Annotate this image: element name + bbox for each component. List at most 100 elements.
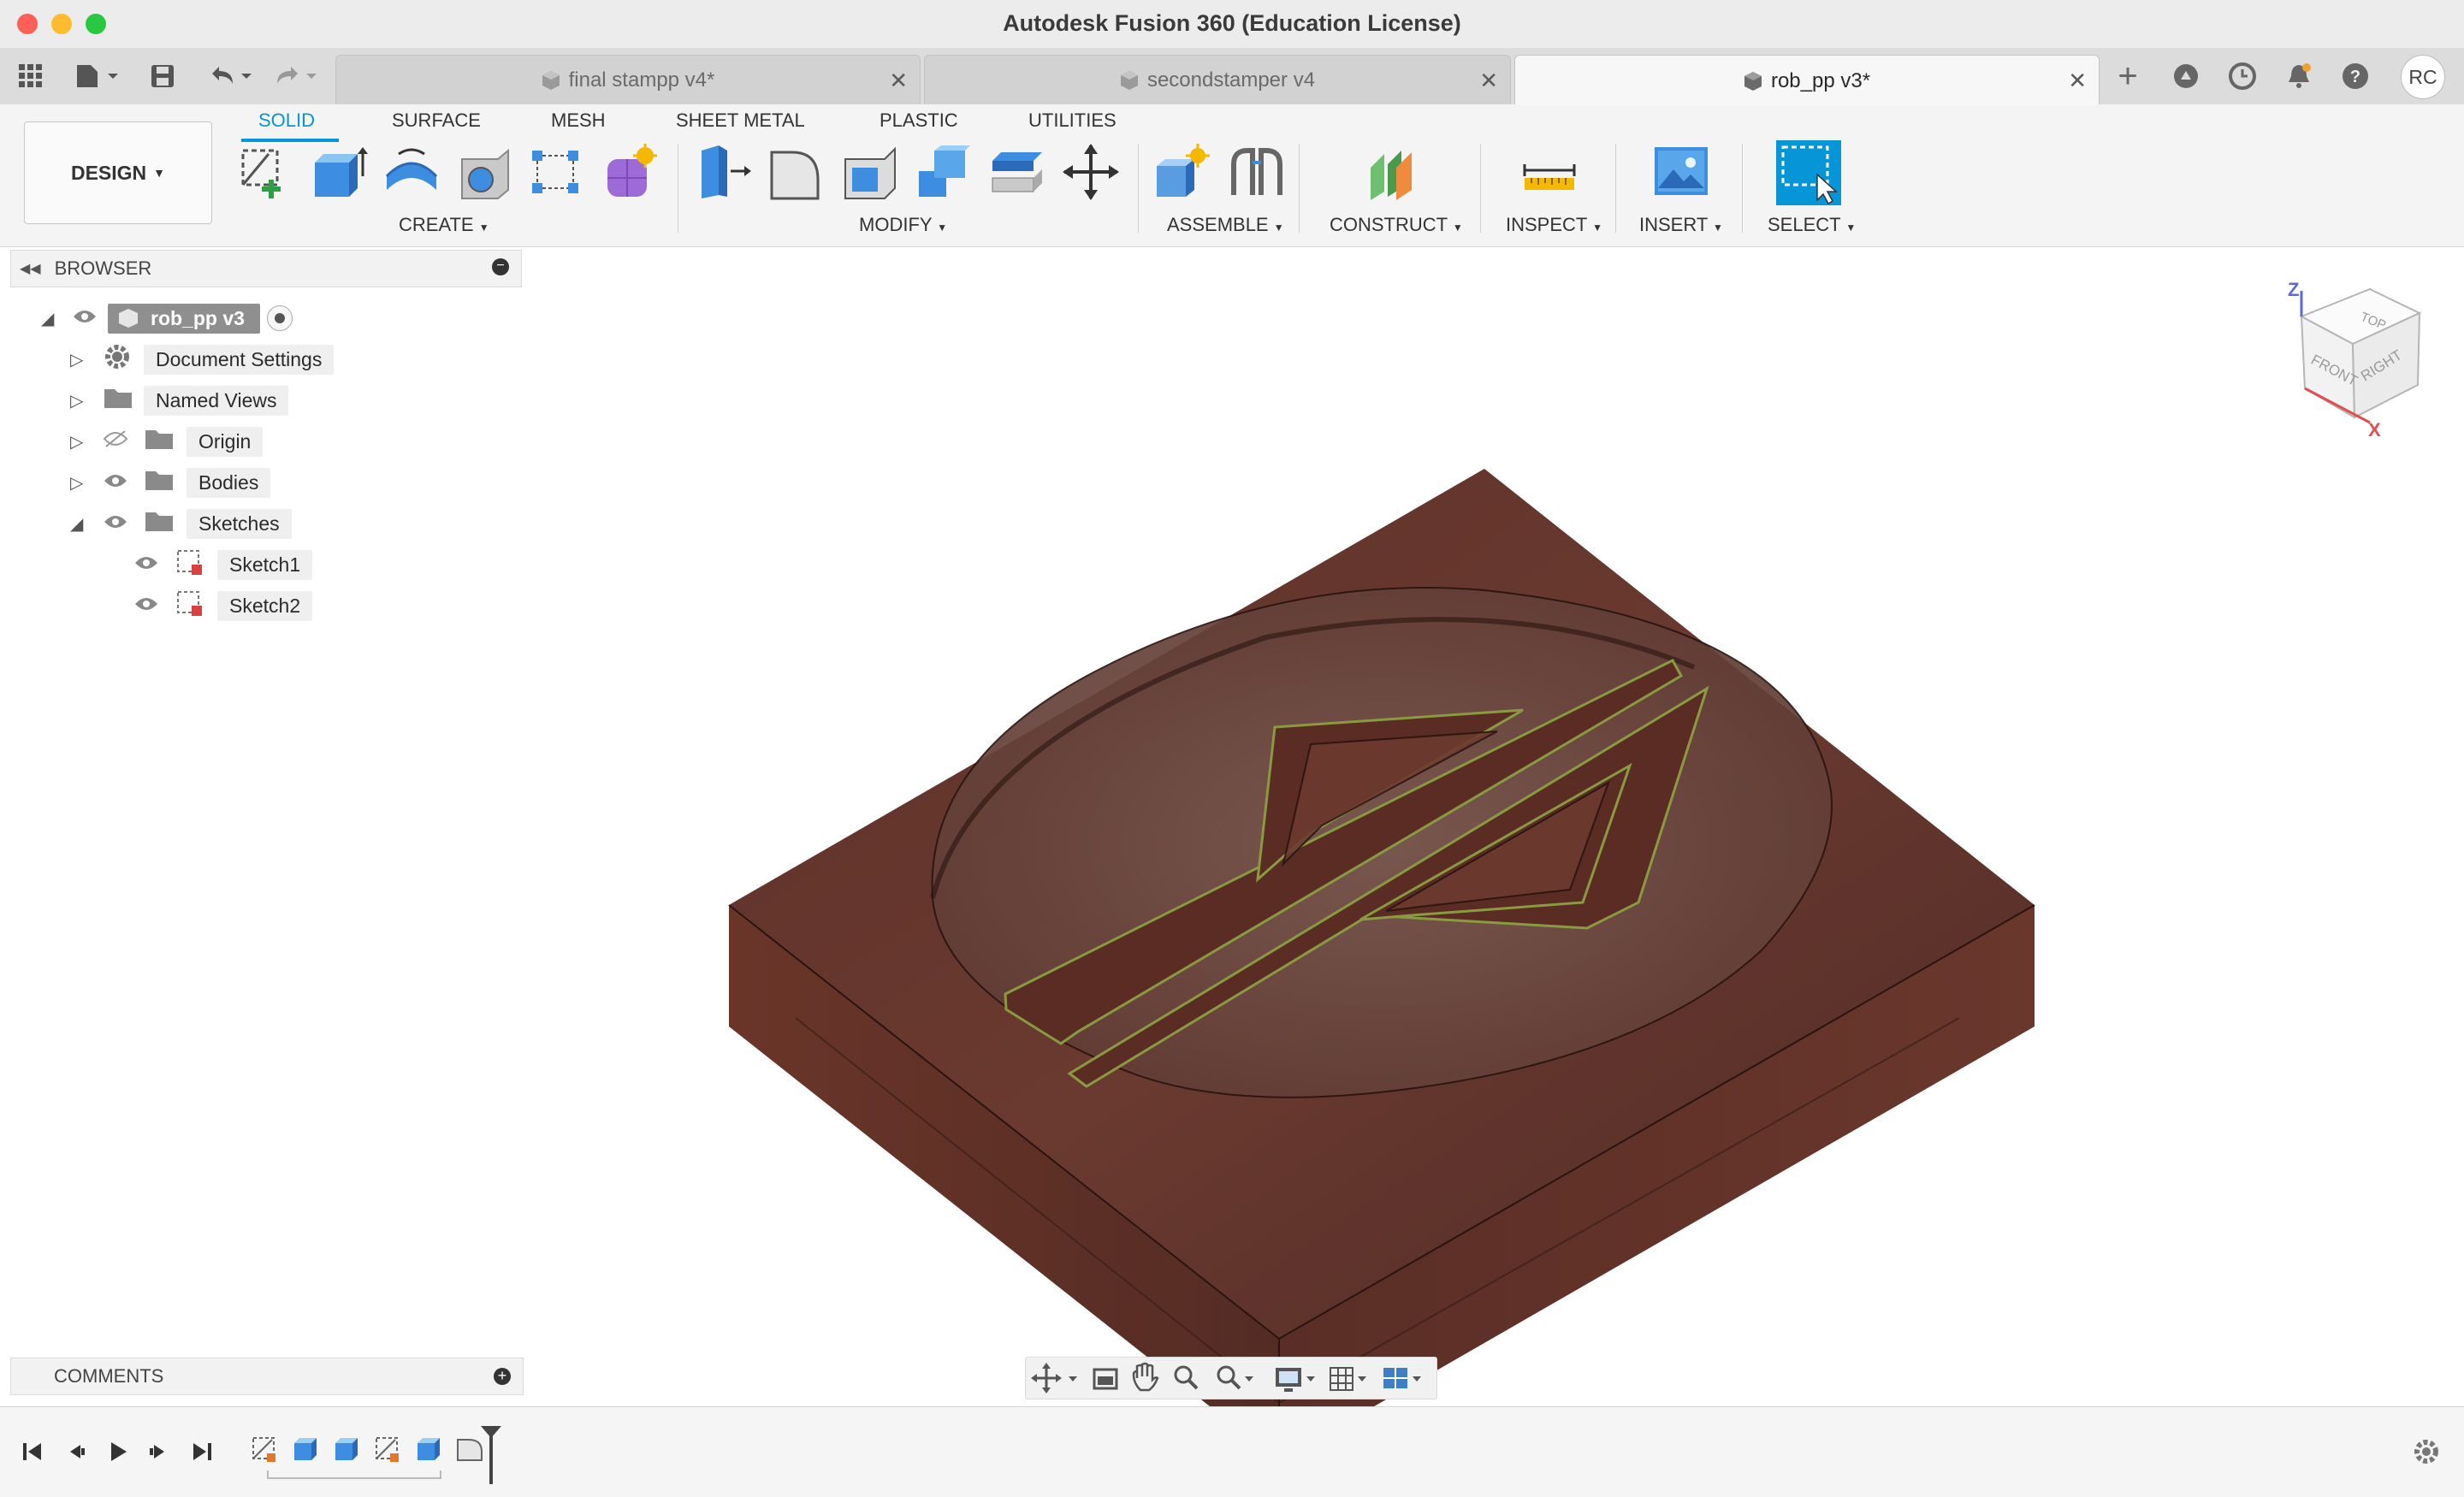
tab-sheet-metal[interactable]: SHEET METAL <box>676 109 805 132</box>
collapsed-triangle-icon[interactable]: ▷ <box>70 349 83 370</box>
inspect-menu[interactable]: INSPECT ▼ <box>1506 214 1602 236</box>
timeline-sketch-icon[interactable] <box>250 1435 279 1464</box>
tab-final-stampp[interactable]: final stampp v4* ✕ <box>335 55 921 105</box>
tab-mesh[interactable]: MESH <box>551 109 606 132</box>
timeline-marker-handle[interactable] <box>481 1426 501 1438</box>
pan-icon[interactable] <box>1132 1362 1159 1392</box>
eye-icon[interactable] <box>103 512 144 535</box>
tree-named-views[interactable]: Named Views <box>103 383 289 417</box>
collapse-browser-icon[interactable]: − <box>492 258 509 275</box>
collapsed-triangle-icon[interactable]: ▷ <box>70 472 83 494</box>
assemble-menu[interactable]: ASSEMBLE ▼ <box>1167 214 1284 236</box>
orbit-icon[interactable] <box>1031 1363 1077 1393</box>
move-icon[interactable] <box>1061 142 1121 202</box>
undo-icon[interactable] <box>205 60 257 92</box>
eye-icon[interactable] <box>72 307 108 330</box>
timeline-extrude-icon[interactable] <box>291 1435 320 1464</box>
select-menu[interactable]: SELECT ▼ <box>1768 214 1856 236</box>
tree-origin[interactable]: Origin <box>103 424 264 459</box>
viewports-icon[interactable] <box>1383 1368 1421 1388</box>
rectangular-pattern-icon[interactable] <box>527 142 587 202</box>
tab-utilities[interactable]: UTILITIES <box>1028 109 1116 132</box>
offset-plane-icon[interactable] <box>1362 142 1422 202</box>
collapsed-triangle-icon[interactable]: ▷ <box>70 431 83 453</box>
job-status-icon[interactable] <box>2223 56 2262 96</box>
fit-zoom-icon[interactable] <box>1217 1365 1253 1390</box>
tree-document-settings[interactable]: Document Settings <box>103 342 335 376</box>
tab-secondstamper[interactable]: secondstamper v4 ✕ <box>924 55 1511 105</box>
view-cube[interactable]: TOP FRONT RIGHT Z X <box>2288 279 2422 441</box>
select-icon[interactable] <box>1776 140 1841 205</box>
tab-surface[interactable]: SURFACE <box>392 109 481 132</box>
model-canvas[interactable]: TOP FRONT RIGHT Z X <box>0 247 2464 1461</box>
comments-panel[interactable]: COMMENTS + <box>10 1358 524 1395</box>
collapse-panel-icon[interactable]: ◀◀ <box>20 260 41 277</box>
zoom-icon[interactable] <box>1174 1365 1199 1390</box>
timeline-fillet-icon[interactable] <box>455 1435 484 1464</box>
file-menu-icon[interactable] <box>72 60 123 92</box>
joint-icon[interactable] <box>1227 142 1287 202</box>
revolve-icon[interactable] <box>382 142 441 202</box>
eye-hidden-icon[interactable] <box>103 429 144 453</box>
look-at-icon[interactable] <box>1093 1368 1118 1390</box>
insert-canvas-icon[interactable] <box>1651 142 1711 202</box>
go-to-end-icon[interactable] <box>185 1435 219 1469</box>
tree-bodies[interactable]: Bodies <box>103 465 271 500</box>
account-avatar[interactable]: RC <box>2401 55 2445 99</box>
eye-icon[interactable] <box>133 553 175 577</box>
tree-sketch1[interactable]: Sketch1 <box>133 547 313 582</box>
insert-menu[interactable]: INSERT ▼ <box>1639 214 1723 236</box>
add-comment-icon[interactable]: + <box>494 1368 511 1385</box>
collapsed-triangle-icon[interactable]: ▷ <box>70 390 83 411</box>
root-name: rob_pp v3 <box>151 306 245 329</box>
tab-solid[interactable]: SOLID <box>258 109 315 132</box>
measure-icon[interactable] <box>1519 142 1579 202</box>
redo-icon[interactable] <box>270 60 322 92</box>
construct-menu[interactable]: CONSTRUCT ▼ <box>1330 214 1463 236</box>
help-icon[interactable]: ? <box>2336 56 2375 96</box>
canvas-viewport[interactable]: TOP FRONT RIGHT Z X <box>0 247 2464 1461</box>
shell-icon[interactable] <box>840 142 900 202</box>
close-tab-icon[interactable]: ✕ <box>1479 68 1498 94</box>
step-forward-icon[interactable] <box>142 1435 176 1469</box>
close-tab-icon[interactable]: ✕ <box>889 68 908 94</box>
tree-root[interactable]: rob_pp v3 <box>72 301 293 335</box>
replace-face-icon[interactable] <box>987 142 1047 202</box>
extensions-icon[interactable] <box>2166 56 2206 96</box>
save-icon[interactable] <box>147 60 178 92</box>
go-to-start-icon[interactable] <box>15 1435 50 1469</box>
notifications-icon[interactable] <box>2279 56 2319 96</box>
eye-icon[interactable] <box>133 595 175 618</box>
create-menu[interactable]: CREATE ▼ <box>399 214 489 236</box>
tree-sketch2[interactable]: Sketch2 <box>133 589 313 623</box>
workspace-switcher[interactable]: DESIGN ▼ <box>24 121 212 224</box>
new-component-icon[interactable] <box>1152 142 1211 202</box>
expanded-triangle-icon[interactable]: ◢ <box>70 513 83 535</box>
activate-radio-icon[interactable] <box>266 305 293 331</box>
modify-menu[interactable]: MODIFY ▼ <box>859 214 947 236</box>
expanded-triangle-icon[interactable]: ◢ <box>41 308 54 329</box>
hole-icon[interactable] <box>455 142 515 202</box>
tab-rob-pp[interactable]: rob_pp v3* ✕ <box>1514 55 2100 107</box>
tree-sketches[interactable]: Sketches <box>103 506 292 541</box>
component-icon <box>1744 71 1762 92</box>
combine-icon[interactable] <box>914 142 974 202</box>
timeline-extrude-icon[interactable] <box>332 1435 361 1464</box>
timeline-extrude-icon[interactable] <box>414 1435 443 1464</box>
grid-snaps-icon[interactable] <box>1330 1367 1366 1391</box>
tab-plastic[interactable]: PLASTIC <box>880 109 958 132</box>
step-back-icon[interactable] <box>58 1435 92 1469</box>
play-icon[interactable] <box>101 1435 135 1469</box>
create-sketch-icon[interactable] <box>234 142 294 202</box>
extrude-icon[interactable] <box>308 142 368 202</box>
close-tab-icon[interactable]: ✕ <box>2068 68 2087 94</box>
timeline-sketch-icon[interactable] <box>373 1435 402 1464</box>
create-form-icon[interactable] <box>599 142 659 202</box>
new-tab-icon[interactable]: + <box>2108 56 2147 96</box>
data-panel-grid-icon[interactable] <box>15 60 46 92</box>
fillet-icon[interactable] <box>767 142 826 202</box>
press-pull-icon[interactable] <box>693 142 753 202</box>
timeline-settings-gear-icon[interactable] <box>2409 1435 2443 1469</box>
eye-icon[interactable] <box>103 471 144 494</box>
display-settings-icon[interactable] <box>1276 1368 1315 1392</box>
